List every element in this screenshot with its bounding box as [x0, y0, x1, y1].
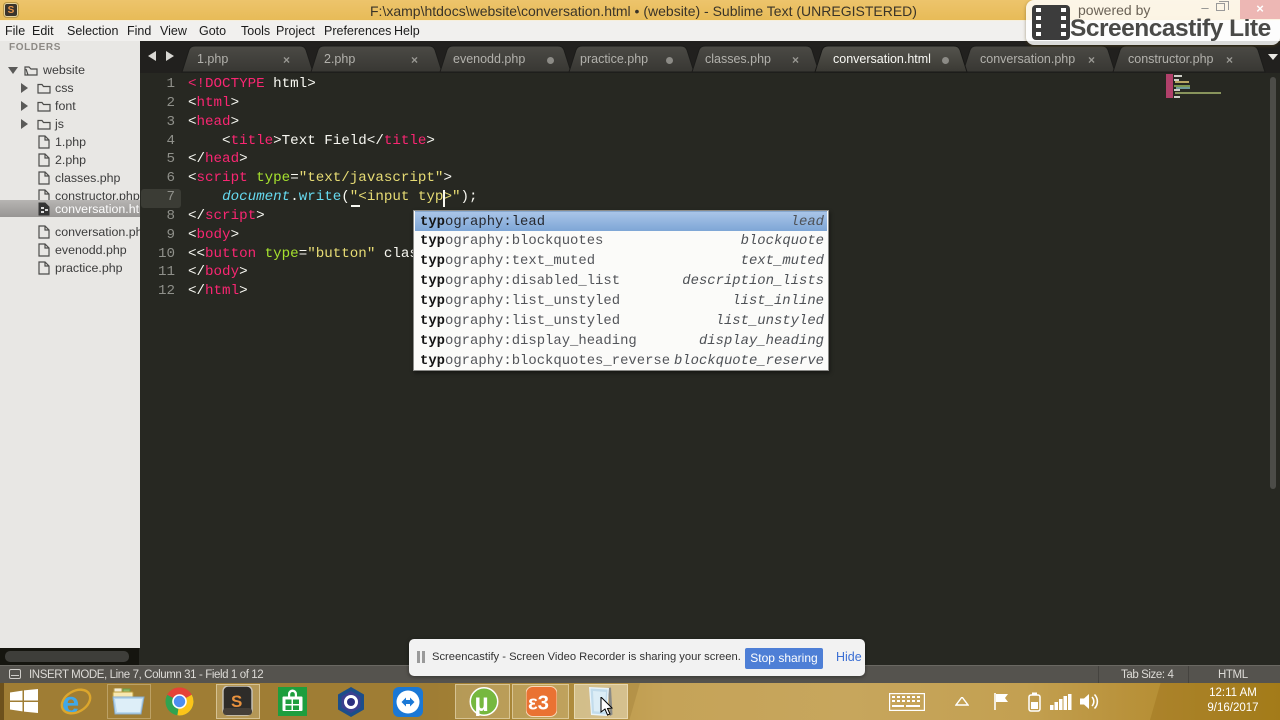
svg-text:ε3: ε3 [528, 693, 549, 715]
svg-text:µ: µ [475, 690, 489, 717]
svg-text:S: S [231, 692, 242, 711]
